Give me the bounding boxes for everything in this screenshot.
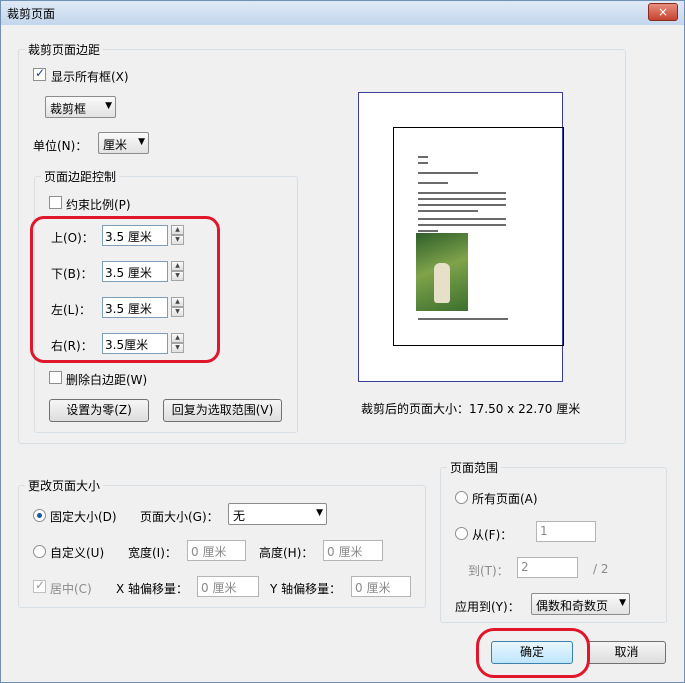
to-label: 到(T)： [468,564,509,578]
cropped-size-label: 裁剪后的页面大小：17.50 x 22.70 厘米 [361,402,581,416]
page-size-select[interactable]: 无 ▼ [228,503,327,525]
all-pages-radio[interactable] [455,491,468,504]
show-all-boxes-label: 显示所有框(X) [51,70,129,84]
unit-label: 单位(N)： [33,139,88,153]
center-label: 居中(C) [50,582,92,596]
height-input[interactable]: 0 厘米 [323,540,383,561]
all-pages-label: 所有页面(A) [472,492,538,506]
fixed-size-radio[interactable] [33,509,46,522]
y-offset-value: 0 厘米 [355,581,391,595]
height-value: 0 厘米 [327,545,363,559]
total-pages-label: / 2 [593,562,609,576]
custom-size-label: 自定义(U) [50,546,105,560]
text-line [418,198,506,200]
preview-photo [416,233,468,311]
chevron-down-icon: ▼ [105,101,112,111]
width-input[interactable]: 0 厘米 [187,540,246,561]
width-label: 宽度(I)： [128,546,177,560]
show-all-boxes-checkbox[interactable] [33,66,46,81]
to-page-input[interactable]: 2 [517,557,578,578]
text-line [418,156,428,158]
remove-white-label: 删除白边距(W) [66,373,148,387]
dialog-title: 裁剪页面 [7,7,56,21]
apply-to-select[interactable]: 偶数和奇数页 ▼ [531,593,630,615]
page-size-value: 无 [233,509,246,523]
text-line [418,218,506,220]
from-page-value: 1 [540,524,548,538]
text-line [418,210,478,212]
margin-control-legend: 页面边距控制 [44,170,117,184]
box-type-select[interactable]: 裁剪框 ▼ [45,96,116,118]
highlight-ok-marker [476,628,590,678]
close-icon[interactable]: × [648,3,678,21]
crop-margins-legend: 裁剪页面边距 [28,43,101,57]
restore-selection-button[interactable]: 回复为选取范围(V) [163,399,282,422]
chevron-down-icon: ▼ [138,137,145,147]
custom-size-radio[interactable] [33,545,46,558]
unit-value: 厘米 [103,138,128,152]
to-page-value: 2 [521,560,529,574]
text-line [418,162,428,164]
width-value: 0 厘米 [191,545,227,559]
highlight-margins-marker [30,216,220,363]
page-preview [358,92,564,382]
constrain-label: 约束比例(P) [66,198,131,212]
box-type-value: 裁剪框 [50,102,87,116]
title-bar: 裁剪页面 × [1,1,684,25]
text-line [418,182,448,184]
cancel-button[interactable]: 取消 [587,641,666,664]
from-label: 从(F)： [472,528,513,542]
text-line [418,224,506,226]
text-line [418,172,478,174]
height-label: 高度(H)： [259,546,314,560]
from-page-input[interactable]: 1 [536,521,596,542]
x-offset-input[interactable]: 0 厘米 [197,576,259,597]
apply-to-value: 偶数和奇数页 [536,599,609,613]
x-offset-value: 0 厘米 [201,581,237,595]
page-size-legend: 更改页面大小 [28,479,101,493]
text-line [418,230,438,232]
crop-pages-dialog: 裁剪页面 × 裁剪页面边距 显示所有框(X) 裁剪框 ▼ 单位(N)： 厘米 ▼… [0,0,685,683]
text-line [418,318,508,320]
remove-white-checkbox[interactable] [49,371,62,384]
page-size-label: 页面大小(G)： [140,510,219,524]
chevron-down-icon: ▼ [619,598,626,608]
y-offset-label: Y 轴偏移量： [270,582,342,596]
x-offset-label: X 轴偏移量： [116,582,189,596]
center-checkbox[interactable] [33,578,46,593]
text-line [418,192,506,194]
from-radio[interactable] [455,527,468,540]
fixed-size-label: 固定大小(D) [50,510,117,524]
text-line [418,204,506,206]
y-offset-input[interactable]: 0 厘米 [351,576,411,597]
constrain-checkbox[interactable] [49,196,62,209]
unit-select[interactable]: 厘米 ▼ [98,132,149,154]
set-zero-button[interactable]: 设置为零(Z) [49,399,149,422]
chevron-down-icon: ▼ [316,508,323,518]
page-range-legend: 页面范围 [450,461,499,475]
apply-to-label: 应用到(Y)： [455,600,520,614]
